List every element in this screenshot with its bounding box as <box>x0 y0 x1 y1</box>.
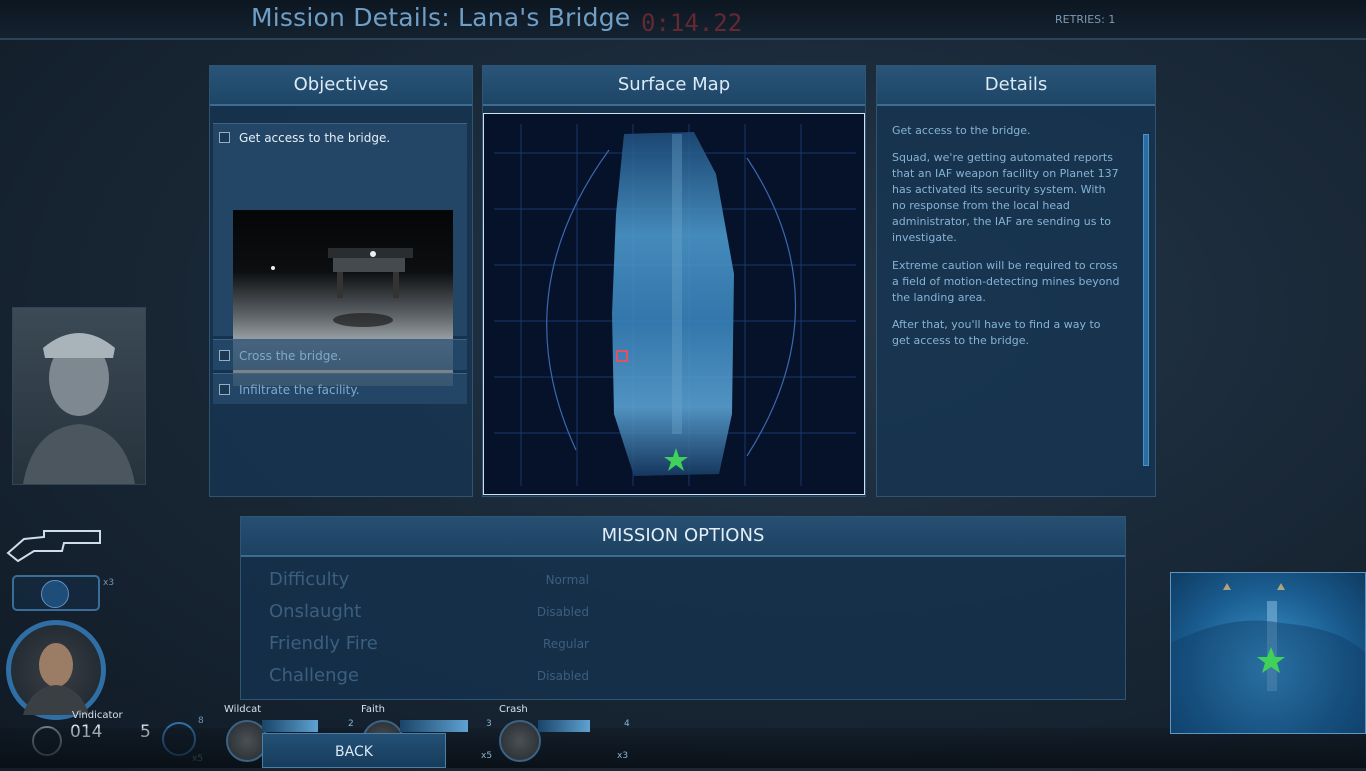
option-label: Challenge <box>269 665 359 686</box>
team-member-name: Wildcat <box>224 704 262 715</box>
mission-options-heading: MISSION OPTIONS <box>241 517 1125 557</box>
details-panel: Details Get access to the bridge. Squad,… <box>876 65 1156 497</box>
objective-item[interactable]: Infiltrate the facility. <box>213 373 467 404</box>
back-button[interactable]: BACK <box>262 733 446 768</box>
option-label: Difficulty <box>269 569 350 590</box>
minimap[interactable] <box>1170 572 1366 734</box>
team-member-health-bar <box>262 720 318 732</box>
team-member-name: Faith <box>361 704 385 715</box>
objective-checkbox[interactable] <box>219 132 230 143</box>
ammo-multiplier: x3 <box>103 578 115 588</box>
team-member-health-bar <box>538 720 590 732</box>
details-text: Get access to the bridge. <box>892 124 1031 137</box>
ammo-clip-icon <box>12 575 100 611</box>
team-member-health-bar <box>400 720 468 732</box>
objective-checkbox[interactable] <box>219 350 230 361</box>
page-title: Mission Details: Lana's Bridge <box>251 3 631 32</box>
team-member-multiplier: x3 <box>617 751 629 761</box>
mission-timer: 0:14.22 <box>641 9 743 37</box>
option-label: Friendly Fire <box>269 633 378 654</box>
team-member-multiplier: x5 <box>481 751 493 761</box>
option-value[interactable]: Disabled <box>491 605 589 619</box>
bottom-bar <box>0 728 1366 768</box>
player-name: Vindicator <box>72 710 123 721</box>
retries-counter: RETRIES: 1 <box>1055 13 1116 26</box>
team-member-count: 2 <box>348 719 354 729</box>
details-text: Extreme caution will be required to cros… <box>892 259 1120 304</box>
surface-map[interactable] <box>483 113 865 495</box>
team-member-count: 3 <box>486 719 492 729</box>
surface-map-heading: Surface Map <box>483 66 865 106</box>
ability-count: 8 <box>198 716 204 726</box>
option-value[interactable]: Normal <box>491 573 589 587</box>
team-member-count: 4 <box>624 719 630 729</box>
details-scrollbar[interactable] <box>1143 134 1149 466</box>
player-portrait <box>6 620 106 720</box>
objective-label: Cross the bridge. <box>239 349 342 363</box>
objective-item[interactable]: Cross the bridge. <box>213 339 467 370</box>
team-member-portrait <box>499 720 541 762</box>
objective-label: Get access to the bridge. <box>239 131 391 145</box>
details-heading: Details <box>877 66 1155 106</box>
objectives-panel: Objectives Get access to the bridge. Cro… <box>209 65 473 497</box>
team-member-name: Crash <box>499 704 528 715</box>
mission-options-panel: MISSION OPTIONS Difficulty Normal Onslau… <box>240 516 1126 700</box>
option-label: Onslaught <box>269 601 362 622</box>
objective-checkbox[interactable] <box>219 384 230 395</box>
weapon-icon <box>4 521 104 565</box>
commander-portrait <box>12 307 146 485</box>
option-value[interactable]: Disabled <box>491 669 589 683</box>
details-text: Squad, we're getting automated reports t… <box>892 151 1119 244</box>
surface-map-panel: Surface Map <box>482 65 866 497</box>
objective-item[interactable]: Get access to the bridge. <box>213 123 467 386</box>
details-text: After that, you'll have to find a way to… <box>892 318 1101 347</box>
objectives-heading: Objectives <box>210 66 472 106</box>
option-value[interactable]: Regular <box>491 637 589 651</box>
objective-label: Infiltrate the facility. <box>239 383 360 397</box>
